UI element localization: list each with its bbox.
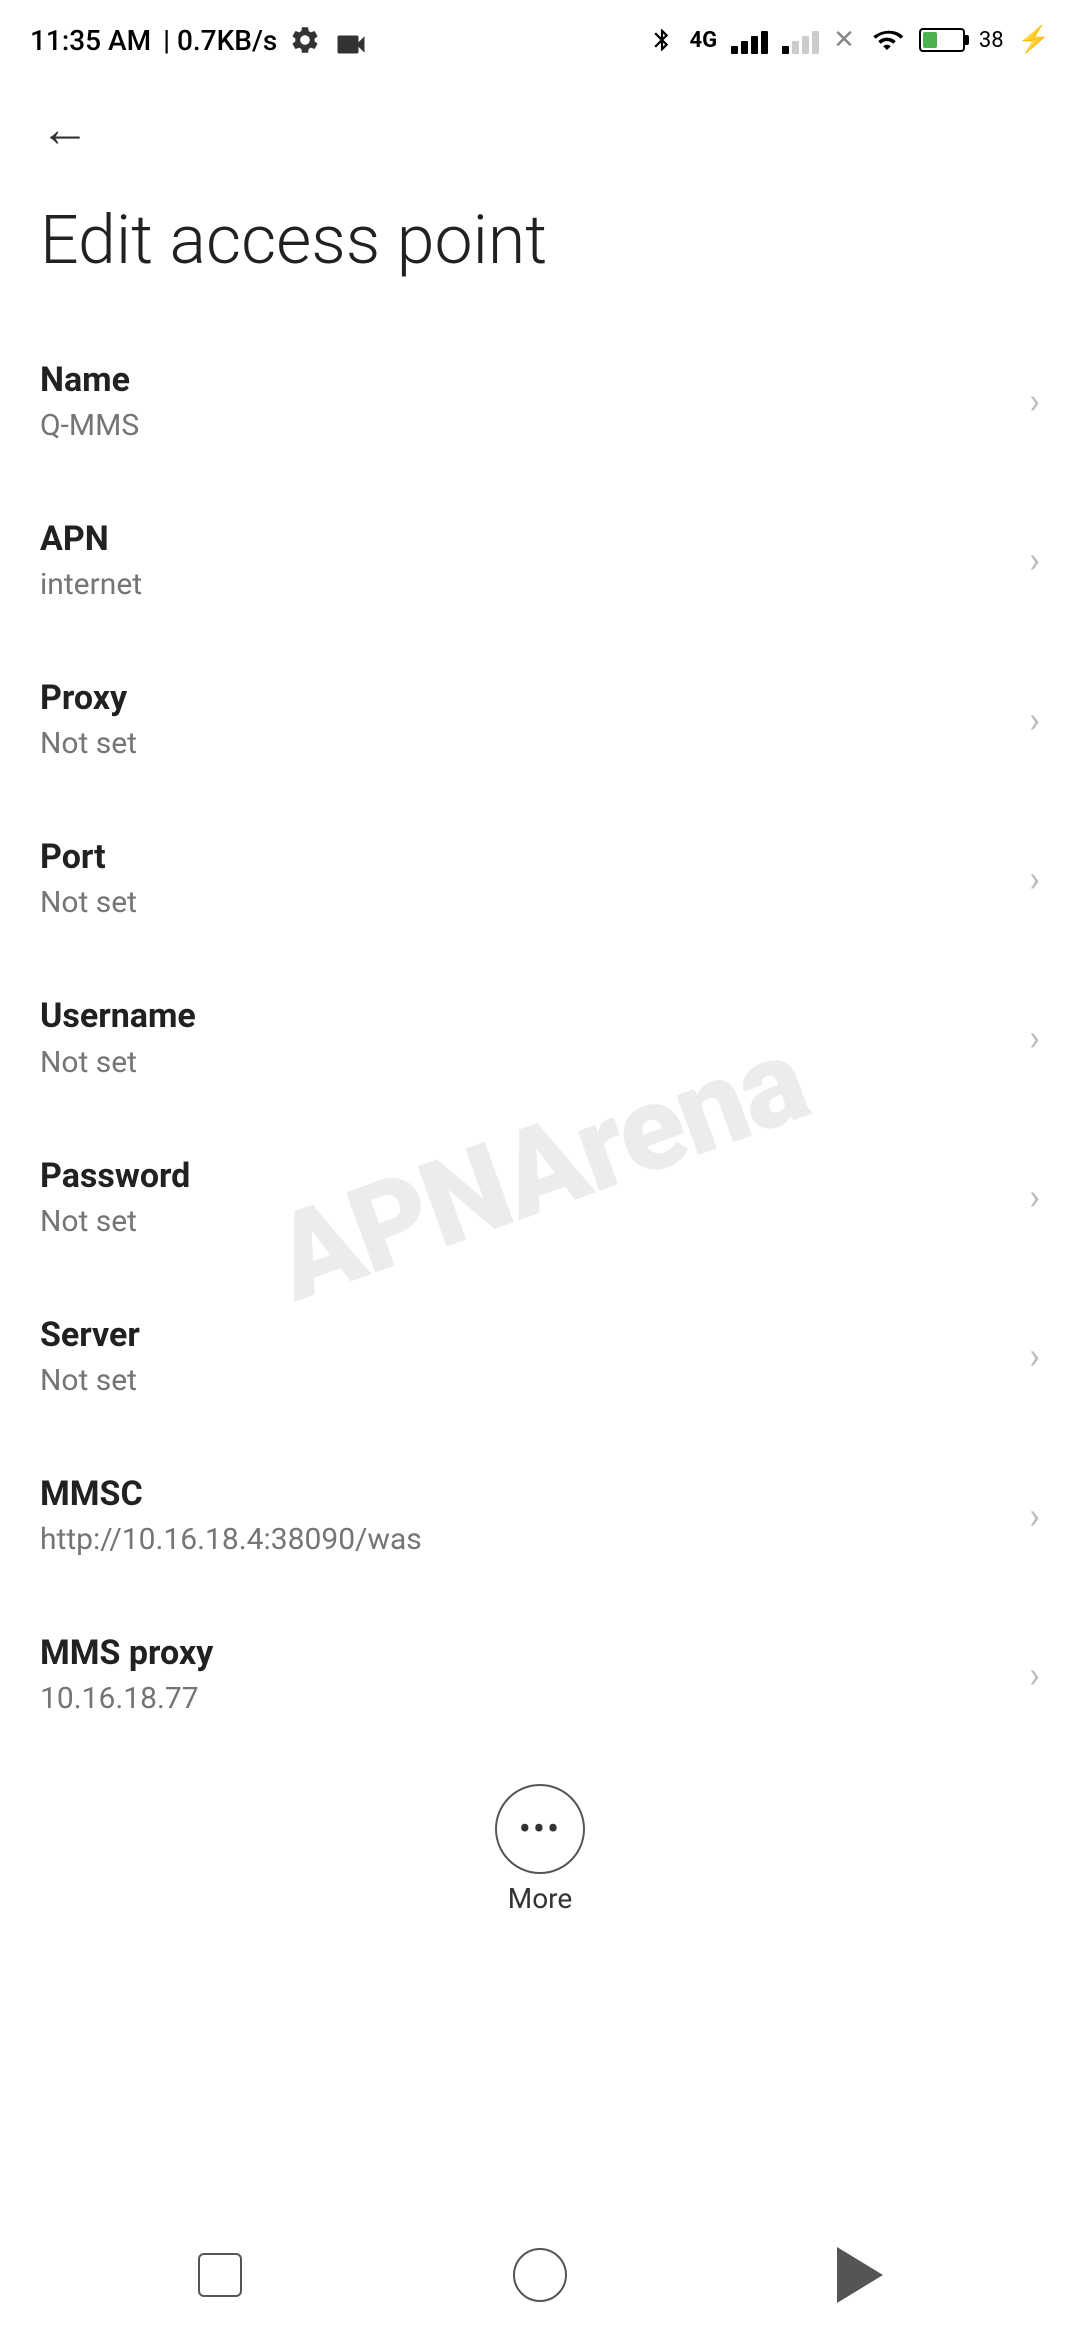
more-label: More xyxy=(508,1882,573,1915)
status-left: 11:35 AM | 0.7KB/s xyxy=(30,24,369,57)
back-arrow-icon: ← xyxy=(40,105,90,155)
settings-item-mms-proxy-content: MMS proxy 10.16.18.77 xyxy=(40,1631,1009,1718)
settings-item-mmsc-value: http://10.16.18.4:38090/was xyxy=(40,1520,1009,1559)
charging-icon: ⚡ xyxy=(1018,25,1050,55)
settings-item-proxy-value: Not set xyxy=(40,724,1009,763)
settings-item-password-content: Password Not set xyxy=(40,1154,1009,1241)
bluetooth-icon xyxy=(649,25,675,55)
settings-list: Name Q-MMS › APN internet › Proxy Not se… xyxy=(0,322,1080,1755)
settings-item-port[interactable]: Port Not set › xyxy=(0,799,1080,958)
settings-item-mms-proxy-label: MMS proxy xyxy=(40,1631,1009,1675)
settings-item-server-content: Server Not set xyxy=(40,1313,1009,1400)
chevron-right-icon-server: › xyxy=(1029,1335,1040,1377)
more-button[interactable]: ••• xyxy=(495,1784,585,1874)
wifi-icon xyxy=(869,25,905,55)
settings-item-port-content: Port Not set xyxy=(40,835,1009,922)
page-title: Edit access point xyxy=(0,180,1080,322)
settings-item-apn[interactable]: APN internet › xyxy=(0,481,1080,640)
chevron-right-icon-proxy: › xyxy=(1029,699,1040,741)
bottom-nav-bar xyxy=(0,2210,1080,2340)
settings-item-name-value: Q-MMS xyxy=(40,406,1009,445)
settings-item-mms-proxy[interactable]: MMS proxy 10.16.18.77 › xyxy=(0,1595,1080,1754)
battery-indicator xyxy=(919,28,965,52)
chevron-right-icon-mms-proxy: › xyxy=(1029,1654,1040,1696)
settings-item-server-value: Not set xyxy=(40,1361,1009,1400)
status-right: 4G ✕ 38 ⚡ xyxy=(649,25,1050,55)
settings-item-username[interactable]: Username Not set › xyxy=(0,958,1080,1117)
home-icon xyxy=(513,2248,567,2302)
back-button[interactable]: ← xyxy=(30,95,100,165)
more-dots-icon: ••• xyxy=(519,1808,561,1850)
settings-item-apn-content: APN internet xyxy=(40,517,1009,604)
chevron-right-icon-username: › xyxy=(1029,1017,1040,1059)
chevron-right-icon-port: › xyxy=(1029,858,1040,900)
settings-item-proxy[interactable]: Proxy Not set › xyxy=(0,640,1080,799)
camera-icon xyxy=(333,26,369,54)
settings-item-password[interactable]: Password Not set › xyxy=(0,1118,1080,1277)
back-nav-button[interactable] xyxy=(820,2235,900,2315)
settings-item-port-value: Not set xyxy=(40,883,1009,922)
time-display: 11:35 AM xyxy=(30,24,151,57)
more-section: ••• More xyxy=(0,1754,1080,1935)
settings-item-mmsc-label: MMSC xyxy=(40,1472,1009,1516)
settings-item-port-label: Port xyxy=(40,835,1009,879)
signal-bars-1 xyxy=(731,26,768,54)
home-button[interactable] xyxy=(500,2235,580,2315)
chevron-right-icon-password: › xyxy=(1029,1176,1040,1218)
battery-percent: 38 xyxy=(979,28,1004,53)
settings-item-mms-proxy-value: 10.16.18.77 xyxy=(40,1679,1009,1718)
settings-item-mmsc[interactable]: MMSC http://10.16.18.4:38090/was › xyxy=(0,1436,1080,1595)
settings-item-mmsc-content: MMSC http://10.16.18.4:38090/was xyxy=(40,1472,1009,1559)
no-signal-icon: ✕ xyxy=(833,25,855,55)
settings-item-proxy-label: Proxy xyxy=(40,676,1009,720)
speed-display: | 0.7KB/s xyxy=(163,24,277,57)
settings-item-password-label: Password xyxy=(40,1154,1009,1198)
settings-item-name[interactable]: Name Q-MMS › xyxy=(0,322,1080,481)
signal-bars-2 xyxy=(782,26,819,54)
recent-apps-button[interactable] xyxy=(180,2235,260,2315)
chevron-right-icon-name: › xyxy=(1029,380,1040,422)
chevron-right-icon-mmsc: › xyxy=(1029,1495,1040,1537)
network-4g: 4G xyxy=(689,28,717,53)
settings-item-username-label: Username xyxy=(40,994,1009,1038)
settings-item-username-content: Username Not set xyxy=(40,994,1009,1081)
recent-apps-icon xyxy=(198,2253,242,2297)
back-nav-icon xyxy=(837,2247,883,2303)
settings-item-username-value: Not set xyxy=(40,1043,1009,1082)
status-bar: 11:35 AM | 0.7KB/s 4G xyxy=(0,0,1080,80)
settings-item-server-label: Server xyxy=(40,1313,1009,1357)
settings-item-proxy-content: Proxy Not set xyxy=(40,676,1009,763)
settings-item-apn-value: internet xyxy=(40,565,1009,604)
settings-item-password-value: Not set xyxy=(40,1202,1009,1241)
settings-item-apn-label: APN xyxy=(40,517,1009,561)
chevron-right-icon-apn: › xyxy=(1029,539,1040,581)
settings-item-server[interactable]: Server Not set › xyxy=(0,1277,1080,1436)
top-navigation: ← xyxy=(0,80,1080,180)
settings-item-name-label: Name xyxy=(40,358,1009,402)
settings-icon xyxy=(289,24,321,56)
settings-item-name-content: Name Q-MMS xyxy=(40,358,1009,445)
